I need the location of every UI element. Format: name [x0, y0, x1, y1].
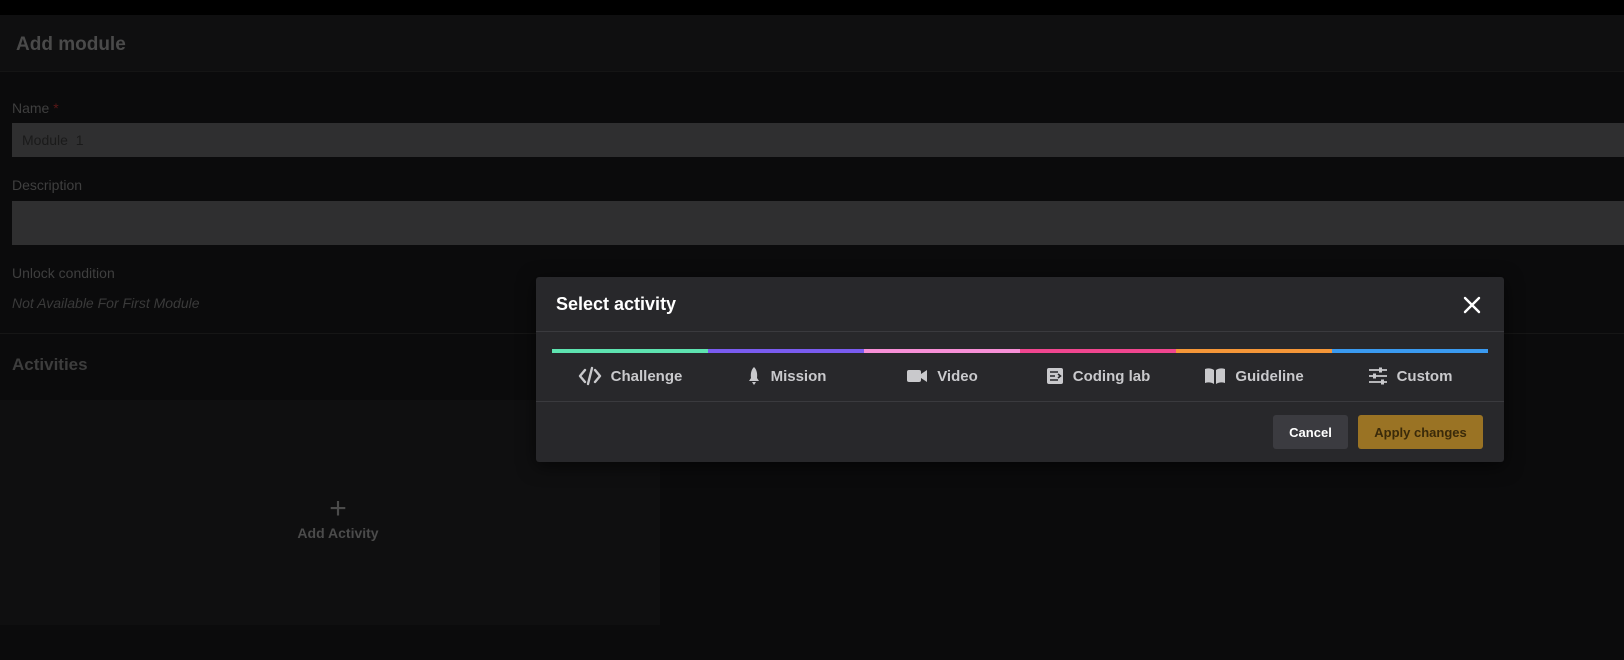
description-label: Description	[12, 177, 83, 193]
name-label: Name *	[12, 100, 59, 116]
description-input[interactable]	[12, 201, 1624, 245]
activity-option-video[interactable]: Video	[864, 349, 1020, 399]
code-icon	[578, 366, 601, 386]
cancel-button[interactable]: Cancel	[1273, 415, 1348, 449]
required-mark: *	[53, 100, 59, 116]
plus-icon: +	[329, 492, 347, 525]
activity-option-mission[interactable]: Mission	[708, 349, 864, 399]
activity-option-label: Mission	[770, 367, 827, 385]
unlock-condition-label: Unlock condition	[12, 265, 115, 281]
activity-option-coding-lab[interactable]: Coding lab	[1020, 349, 1176, 399]
activity-option-guideline[interactable]: Guideline	[1176, 349, 1332, 399]
video-camera-icon	[907, 370, 928, 382]
close-icon	[1463, 296, 1481, 314]
top-bar	[0, 0, 1624, 15]
close-button[interactable]	[1460, 293, 1484, 317]
activity-option-label: Coding lab	[1072, 367, 1151, 385]
activity-option-custom[interactable]: Custom	[1332, 349, 1488, 399]
activity-option-label: Guideline	[1235, 367, 1304, 385]
name-input[interactable]	[12, 123, 1624, 157]
apply-changes-button[interactable]: Apply changes	[1358, 415, 1483, 449]
activity-options: Challenge Mission Video Coding lab Guide…	[552, 349, 1488, 399]
activity-option-challenge[interactable]: Challenge	[552, 349, 708, 399]
unlock-condition-value: Not Available For First Module	[12, 295, 200, 311]
activity-option-label: Video	[937, 367, 978, 385]
select-activity-modal: Select activity Challenge Mission Video …	[536, 277, 1504, 462]
activity-option-label: Challenge	[610, 367, 683, 385]
page-title: Add module	[16, 34, 126, 55]
name-label-text: Name	[12, 100, 50, 116]
page-header: Add module	[0, 15, 1624, 72]
activities-title: Activities	[12, 355, 88, 374]
add-activity-button[interactable]: + Add Activity	[264, 492, 412, 542]
modal-title: Select activity	[556, 294, 677, 314]
activity-option-label: Custom	[1396, 367, 1453, 385]
modal-divider-bottom	[536, 401, 1504, 402]
sliders-icon	[1368, 367, 1387, 385]
add-activity-label: Add Activity	[297, 525, 379, 541]
modal-divider-top	[536, 331, 1504, 332]
rocket-icon	[748, 367, 759, 385]
coding-lab-icon	[1046, 368, 1063, 384]
book-icon	[1205, 368, 1226, 384]
